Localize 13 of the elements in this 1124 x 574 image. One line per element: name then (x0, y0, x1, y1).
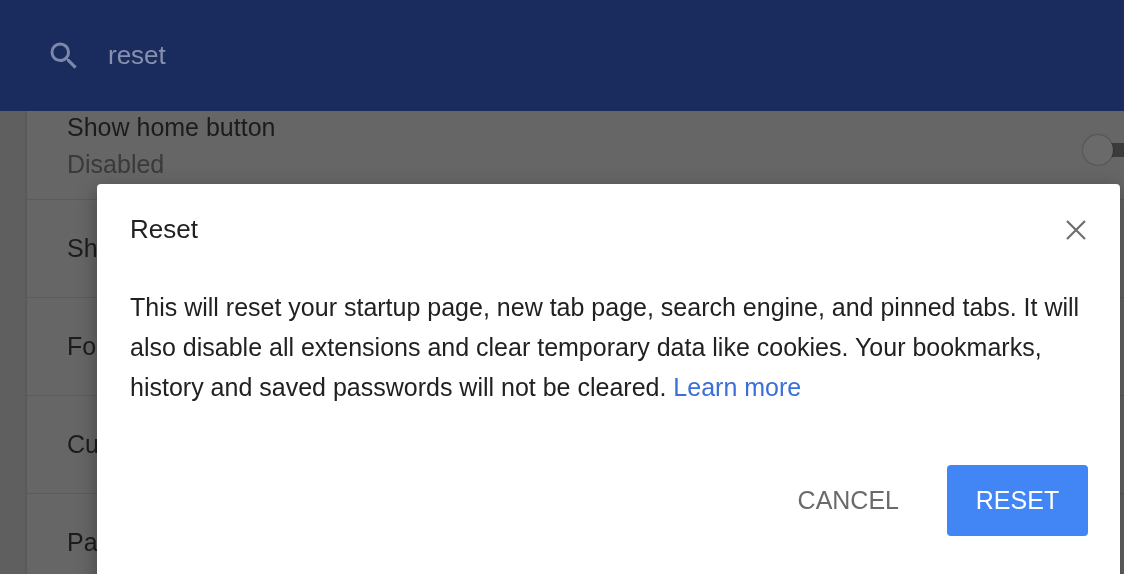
close-icon[interactable] (1064, 217, 1088, 242)
dialog-title: Reset (130, 214, 198, 245)
reset-button[interactable]: RESET (947, 465, 1088, 536)
setting-label: Pa (67, 528, 98, 557)
setting-label: Sh (67, 234, 98, 263)
setting-label: Cu (67, 430, 99, 459)
toggle-switch[interactable] (1083, 135, 1124, 165)
dialog-message: This will reset your startup page, new tab page, search engine, and pinned tabs. It will also disable all extensions and clear temporary data like cookies. Your bookmarks, history and saved passwords will not be cleared. Learn more (130, 292, 1080, 403)
setting-label: Show home button (67, 113, 276, 142)
search-field[interactable]: reset (108, 40, 408, 71)
setting-label: Fo (67, 332, 97, 361)
learn-more-link[interactable]: Learn more (673, 373, 802, 401)
cancel-button[interactable]: CANCEL (797, 486, 899, 515)
